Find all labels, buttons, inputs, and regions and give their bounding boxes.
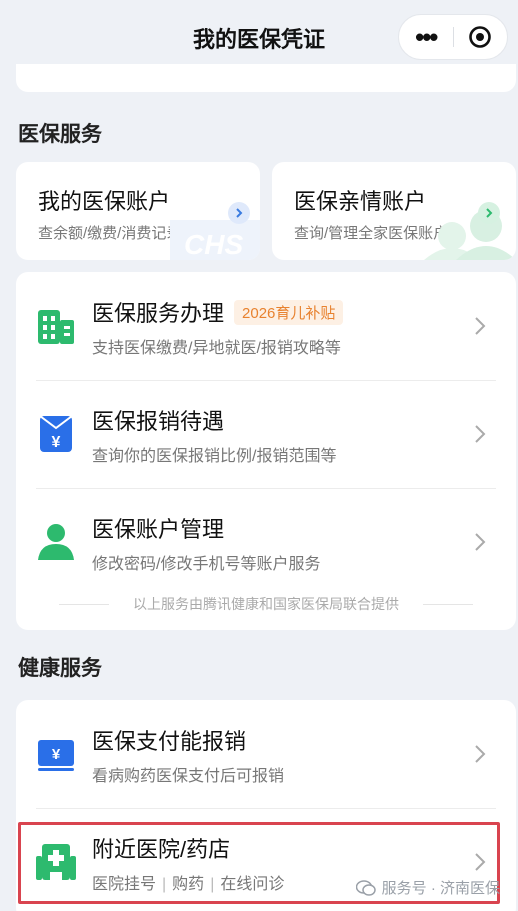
list-item-payment-reimbursement[interactable]: ¥ 医保支付能报销 看病购药医保支付后可报销 [16, 700, 516, 808]
yuan-receipt-icon: ¥ [39, 415, 73, 452]
list-item-account-management[interactable]: 医保账户管理 修改密码/修改手机号等账户服务 [16, 488, 516, 596]
account-management-title: 医保账户管理 [92, 517, 225, 542]
section-title-medical: 医保服务 [18, 123, 102, 146]
service-handling-title: 医保服务办理 2026育儿补贴 [92, 296, 344, 328]
chevron-right-icon [475, 745, 486, 763]
payment-reimbursement-title: 医保支付能报销 [92, 729, 247, 754]
watermark-text: 服务号 · 济南医保 [381, 880, 500, 897]
chevron-right-icon [228, 202, 250, 224]
reimbursement-subtitle: 查询你的医保报销比例/报销范围等 [92, 448, 337, 465]
section-title-health: 健康服务 [18, 657, 102, 680]
list-item-service-handling[interactable]: 医保服务办理 2026育儿补贴 支持医保缴费/异地就医/报销攻略等 [16, 272, 516, 380]
family-account-title: 医保亲情账户 [294, 189, 427, 214]
payment-reimbursement-subtitle: 看病购药医保支付后可报销 [92, 768, 285, 785]
building-icon [38, 310, 74, 344]
target-circle-icon[interactable] [453, 25, 507, 49]
family-decoration-icon [424, 210, 516, 260]
svg-text:¥: ¥ [52, 746, 61, 763]
chevron-right-icon [475, 317, 486, 335]
account-management-subtitle: 修改密码/修改手机号等账户服务 [92, 556, 321, 573]
service-handling-label: 医保服务办理 [92, 301, 225, 326]
user-icon [38, 524, 74, 560]
top-card-remnant [16, 64, 516, 92]
provider-footnote-text: 以上服务由腾讯健康和国家医保局联合提供 [133, 596, 399, 612]
wechat-icon [355, 879, 376, 896]
medical-services-list: 医保服务办理 2026育儿补贴 支持医保缴费/异地就医/报销攻略等 ¥ 医保报销待… [16, 272, 516, 630]
service-handling-subtitle: 支持医保缴费/异地就医/报销攻略等 [92, 340, 341, 357]
watermark: 服务号 · 济南医保 [355, 877, 500, 898]
list-item-reimbursement[interactable]: ¥ 医保报销待遇 查询你的医保报销比例/报销范围等 [16, 380, 516, 488]
chevron-right-icon [475, 425, 486, 443]
reimbursement-title: 医保报销待遇 [92, 409, 225, 434]
chevron-right-icon [475, 533, 486, 551]
chevron-right-icon [478, 202, 500, 224]
childcare-subsidy-badge[interactable]: 2026育儿补贴 [234, 300, 344, 325]
my-account-subtitle: 查余额/缴费/消费记录 [38, 225, 182, 242]
more-dots-icon[interactable]: ••• [399, 24, 453, 50]
my-account-title: 我的医保账户 [38, 189, 171, 214]
my-account-card[interactable]: 我的医保账户 查余额/缴费/消费记录 CHS [16, 162, 260, 260]
yuan-card-icon: ¥ [38, 740, 74, 771]
svg-text:¥: ¥ [52, 434, 61, 451]
provider-footnote: 以上服务由腾讯健康和国家医保局联合提供 [16, 594, 516, 614]
family-account-card[interactable]: 医保亲情账户 查询/管理全家医保账户 [272, 162, 516, 260]
svg-text:CHS: CHS [184, 229, 243, 260]
capsule-menu: ••• [398, 14, 508, 60]
